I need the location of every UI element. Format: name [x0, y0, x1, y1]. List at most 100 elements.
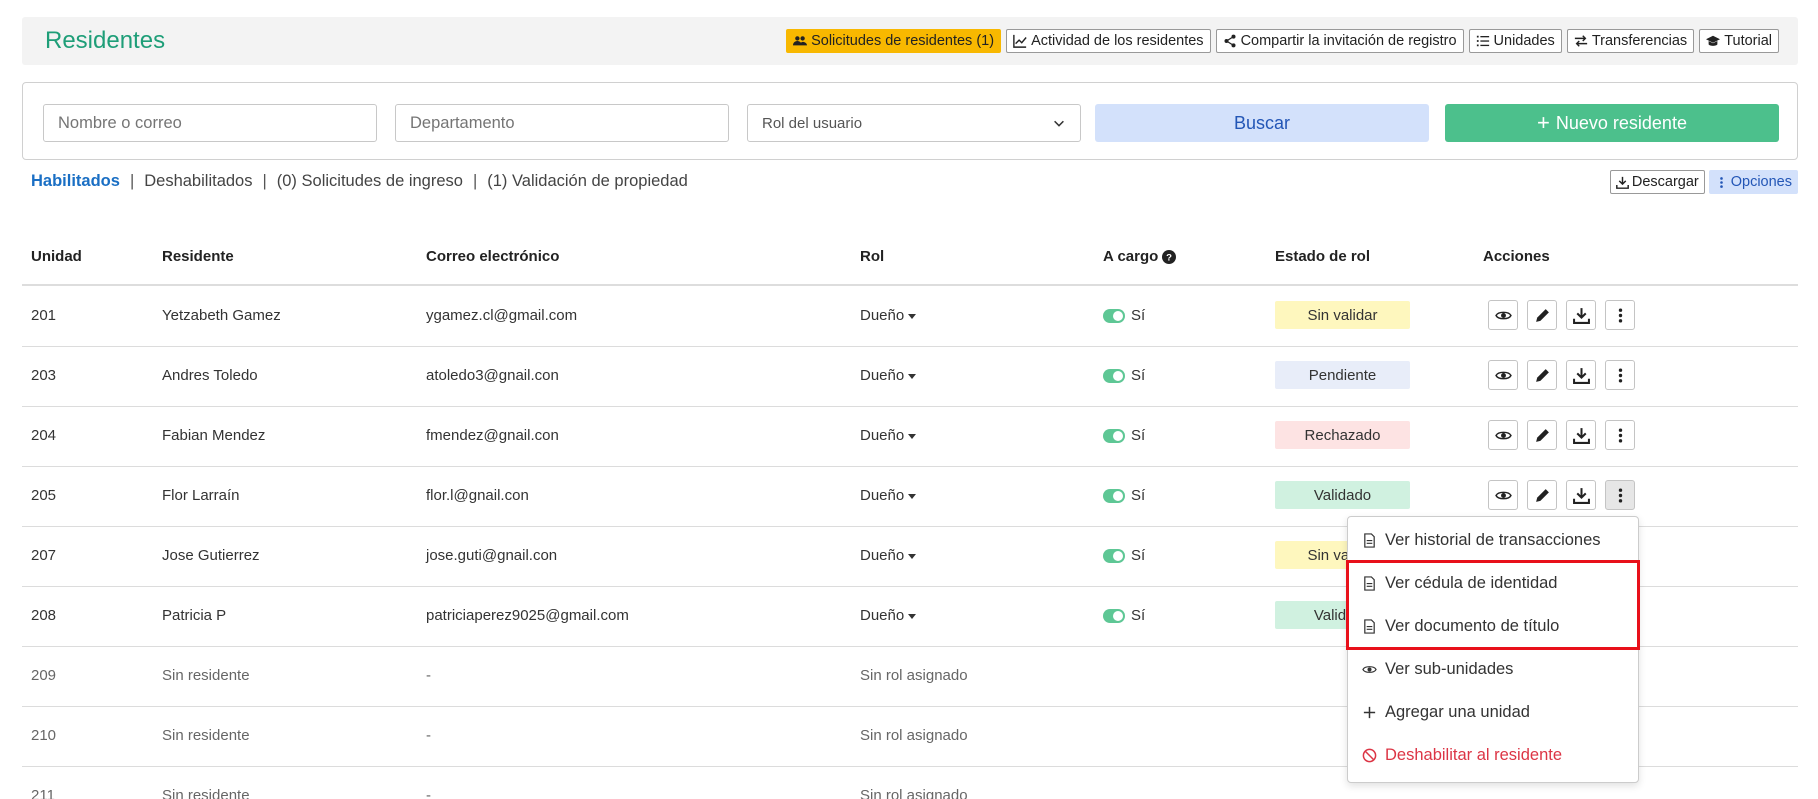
caret-down-icon: [908, 554, 917, 559]
in-charge-toggle[interactable]: Sí: [1103, 487, 1145, 504]
row-actions-menu: Ver historial de transacciones Ver cédul…: [1347, 516, 1639, 783]
row-actions: [1488, 480, 1635, 510]
cell-email: atoledo3@gnail.con: [426, 367, 559, 384]
role-dropdown[interactable]: Dueño: [860, 367, 917, 384]
download-icon: [1572, 367, 1590, 384]
options-button[interactable]: Opciones: [1708, 170, 1798, 194]
view-button[interactable]: [1488, 480, 1518, 510]
download-icon: [1572, 427, 1590, 444]
plus-icon: +: [1537, 110, 1550, 135]
user-role-select[interactable]: Rol del usuario: [747, 104, 1081, 142]
cell-email: jose.guti@gnail.con: [426, 547, 558, 564]
toggle-switch[interactable]: [1103, 308, 1125, 323]
role-dropdown[interactable]: Dueño: [860, 607, 917, 624]
column-email: Correo electrónico: [426, 248, 560, 265]
download-button[interactable]: Descargar: [1609, 170, 1705, 194]
table-header: Unidad Residente Correo electrónico Rol …: [22, 238, 1798, 286]
in-charge-toggle[interactable]: Sí: [1103, 547, 1145, 564]
cell-unit: 203: [31, 367, 57, 384]
cell-resident: Fabian Mendez: [162, 427, 266, 444]
edit-button[interactable]: [1527, 420, 1557, 450]
edit-button[interactable]: [1527, 360, 1557, 390]
cell-resident: Jose Gutierrez: [162, 547, 260, 564]
tutorial-label: Tutorial: [1724, 33, 1772, 49]
list-icon: [1476, 35, 1489, 47]
menu-item-transaction-history[interactable]: Ver historial de transacciones: [1362, 531, 1601, 550]
role-dropdown[interactable]: Dueño: [860, 487, 917, 504]
toggle-switch[interactable]: [1103, 488, 1125, 503]
page-header: Residentes Solicitudes de residentes (1)…: [22, 17, 1798, 65]
name-or-email-input[interactable]: [43, 104, 377, 142]
menu-item-sub-units[interactable]: Ver sub-unidades: [1362, 660, 1513, 679]
more-actions-button[interactable]: [1605, 420, 1635, 450]
download-row-button[interactable]: [1566, 420, 1596, 450]
cell-resident: Yetzabeth Gamez: [162, 307, 281, 324]
ellipsis-vertical-icon: [1719, 176, 1723, 188]
pencil-icon: [1535, 428, 1549, 442]
search-button[interactable]: Buscar: [1095, 104, 1429, 142]
filter-panel: Rol del usuario Buscar + Nuevo residente: [22, 82, 1798, 160]
role-value: Dueño: [860, 427, 905, 444]
in-charge-toggle[interactable]: Sí: [1103, 607, 1145, 624]
resident-requests-button[interactable]: Solicitudes de residentes (1): [786, 29, 1002, 53]
question-circle-icon[interactable]: ?: [1162, 249, 1177, 264]
view-button[interactable]: [1488, 300, 1518, 330]
toggle-switch[interactable]: [1103, 368, 1125, 383]
eye-icon: [1362, 666, 1377, 673]
tab-property-validation[interactable]: (1) Validación de propiedad: [487, 172, 688, 191]
view-button[interactable]: [1488, 420, 1518, 450]
column-role: Rol: [860, 248, 885, 265]
units-button[interactable]: Unidades: [1468, 29, 1562, 53]
menu-item-label: Agregar una unidad: [1385, 703, 1530, 721]
more-actions-button[interactable]: [1605, 300, 1635, 330]
download-row-button[interactable]: [1566, 480, 1596, 510]
department-input[interactable]: [395, 104, 729, 142]
tab-join-requests[interactable]: (0) Solicitudes de ingreso: [277, 172, 463, 191]
toggle-switch[interactable]: [1103, 548, 1125, 563]
cell-unit: 208: [31, 607, 57, 624]
tutorial-button[interactable]: Tutorial: [1699, 29, 1779, 53]
role-value: Dueño: [860, 487, 905, 504]
download-row-button[interactable]: [1566, 360, 1596, 390]
cell-resident: Andres Toledo: [162, 367, 258, 384]
menu-item-disable-resident[interactable]: Deshabilitar al residente: [1362, 746, 1562, 765]
tab-enabled[interactable]: Habilitados: [31, 172, 120, 191]
toggle-switch[interactable]: [1103, 608, 1125, 623]
cell-role: Sin rol asignado: [860, 727, 968, 744]
resident-tabs: Habilitados | Deshabilitados | (0) Solic…: [31, 172, 688, 191]
menu-item-title-document[interactable]: Ver documento de título: [1362, 617, 1559, 636]
resident-activity-button[interactable]: Actividad de los residentes: [1006, 29, 1211, 53]
role-dropdown[interactable]: Dueño: [860, 547, 917, 564]
row-actions: [1488, 420, 1635, 450]
ellipsis-vertical-icon: [1618, 307, 1622, 323]
edit-button[interactable]: [1527, 300, 1557, 330]
transfers-button[interactable]: Transferencias: [1566, 29, 1695, 53]
ban-icon: [1362, 748, 1377, 763]
ellipsis-vertical-icon: [1618, 367, 1622, 383]
edit-button[interactable]: [1527, 480, 1557, 510]
share-invitation-button[interactable]: Compartir la invitación de registro: [1215, 29, 1464, 53]
file-icon: [1364, 533, 1375, 548]
menu-item-identity-card[interactable]: Ver cédula de identidad: [1362, 574, 1557, 593]
more-actions-button[interactable]: [1605, 360, 1635, 390]
role-dropdown[interactable]: Dueño: [860, 307, 917, 324]
in-charge-toggle[interactable]: Sí: [1103, 427, 1145, 444]
pencil-icon: [1535, 368, 1549, 382]
view-button[interactable]: [1488, 360, 1518, 390]
cell-resident: Patricia P: [162, 607, 227, 624]
more-actions-button[interactable]: [1605, 480, 1635, 510]
in-charge-toggle[interactable]: Sí: [1103, 367, 1145, 384]
caret-down-icon: [908, 494, 917, 499]
menu-item-add-unit[interactable]: Agregar una unidad: [1362, 703, 1530, 722]
cell-email: ygamez.cl@gmail.com: [426, 307, 578, 324]
tab-separator: |: [472, 172, 478, 190]
role-dropdown[interactable]: Dueño: [860, 427, 917, 444]
toggle-switch[interactable]: [1103, 428, 1125, 443]
status-badge: Validado: [1275, 481, 1410, 509]
in-charge-value: Sí: [1131, 307, 1146, 324]
in-charge-toggle[interactable]: Sí: [1103, 307, 1145, 324]
tab-disabled[interactable]: Deshabilitados: [144, 172, 252, 191]
eye-icon: [1494, 311, 1512, 319]
download-row-button[interactable]: [1566, 300, 1596, 330]
new-resident-button[interactable]: + Nuevo residente: [1445, 104, 1779, 142]
